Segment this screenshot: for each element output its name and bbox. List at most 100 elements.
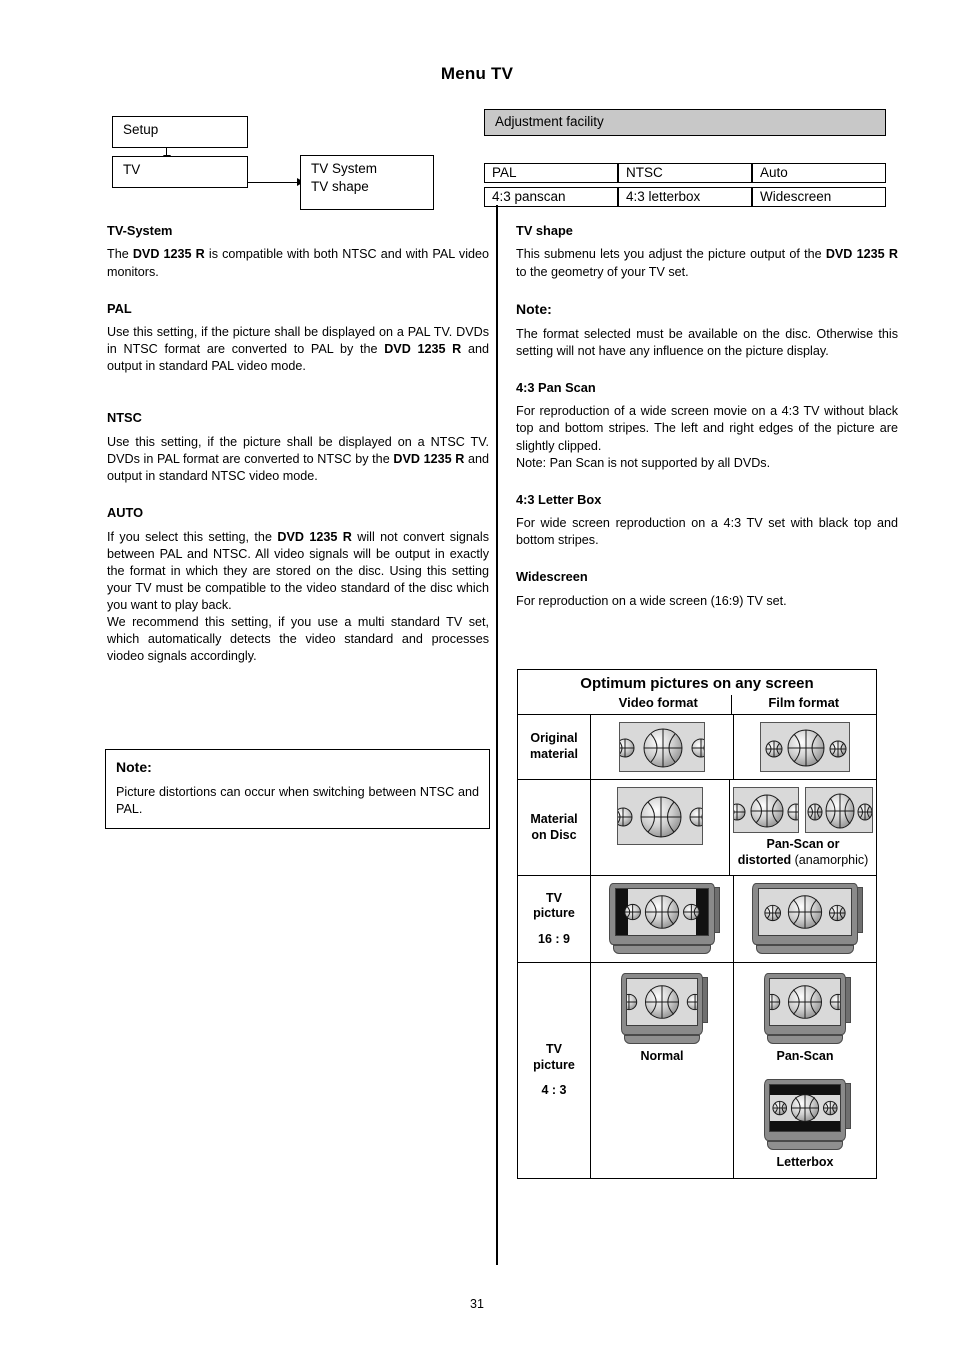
table-row: Original material [518, 715, 876, 780]
caption-line-1: Pan-Scan or [766, 837, 840, 851]
option-box-auto[interactable]: Auto [752, 163, 886, 183]
note-box-body: Picture distortions can occur when switc… [116, 785, 479, 817]
flow-box-tv: TV [112, 156, 248, 188]
row-label-material-on-disc: Material on Disc [518, 780, 591, 876]
picture-pair-film-disc [733, 787, 873, 833]
ntsc-text-bold: DVD 1235 R [393, 451, 465, 466]
tv-screen [769, 978, 841, 1027]
option-box-widescreen[interactable]: Widescreen [752, 187, 886, 207]
tv-shape-text-1: This submenu lets you adjust the picture… [516, 247, 826, 262]
auto-text-1: If you select this setting, the [107, 529, 278, 544]
tv-screen [758, 888, 852, 937]
paragraph-widescreen: For reproduction on a wide screen (16:9)… [516, 593, 787, 608]
page-title: Menu TV [440, 64, 514, 83]
paragraph-43-pan-scan: For reproduction of a wide screen movie … [516, 404, 898, 453]
basketballs-illustration [627, 985, 697, 1020]
paragraph-tv-shape: This submenu lets you adjust the picture… [516, 246, 898, 280]
heading-43-pan-scan: 4:3 Pan Scan [516, 379, 596, 395]
document-page: Menu TV Setup TV TV System TV shape Adju… [0, 0, 954, 1351]
paragraph-auto-1: If you select this setting, the DVD 1235… [107, 529, 489, 615]
cell-tv43-video: Normal [591, 963, 734, 1178]
basketballs-illustration [765, 729, 847, 767]
paragraph-auto-2: We recommend this setting, if you use a … [107, 615, 489, 664]
option-box-43-panscan[interactable]: 4:3 panscan [484, 187, 618, 207]
tv-base [624, 1035, 700, 1045]
option-box-pal[interactable]: PAL [484, 163, 618, 183]
flow-submenu-line-2: TV shape [311, 178, 369, 194]
row-label-line-1: TV [546, 1041, 562, 1056]
basketballs-illustration [618, 796, 702, 838]
row-label-line-1: Original [530, 731, 578, 746]
table-row: TV picture 16 : 9 [518, 876, 876, 964]
tv-set-16-9-film [752, 883, 863, 955]
left-text-column: TV-System The DVD 1235 R is compatible w… [107, 222, 489, 666]
picture-film-disc-anamorphic [805, 787, 873, 833]
row-label-line-2: on Disc [531, 827, 577, 842]
cell-original-video [591, 715, 734, 779]
paragraph-ntsc: Use this setting, if the picture shall b… [107, 434, 489, 485]
heading-tv-system: TV-System [107, 223, 173, 238]
arrow-right-icon [248, 176, 304, 189]
heading-pal: PAL [107, 300, 132, 316]
table-title: Optimum pictures on any screen [580, 675, 814, 692]
cell-disc-video [591, 780, 730, 876]
note-box-heading: Note: [116, 759, 152, 775]
pal-text-bold: DVD 1235 R [384, 342, 462, 357]
basketballs-illustration [620, 728, 704, 768]
row-label-line-2: picture [533, 1057, 575, 1072]
page-number: 31 [470, 1297, 484, 1311]
tv-system-text-bold: DVD 1235 R [132, 247, 205, 262]
flow-submenu-line-1: TV System [311, 161, 378, 176]
adjustment-option-column-1: PAL 4:3 panscan [484, 163, 618, 211]
basketballs-illustration [770, 985, 840, 1020]
tv-base [613, 945, 711, 955]
tv-shape-text-2: to the geometry of your TV set. [516, 264, 689, 279]
cell-tv169-film [734, 876, 876, 962]
note-box-left: Note: Picture distortions can occur when… [105, 749, 490, 830]
flow-box-setup: Setup [112, 116, 248, 148]
row-label-line-1: TV [546, 890, 562, 905]
caption-letterbox: Letterbox [776, 1154, 834, 1169]
tv-screen [626, 978, 698, 1027]
table-header-film-format: Film format [768, 695, 840, 710]
tv-set-4-3-normal [621, 973, 708, 1045]
caption-line-2-light: (anamorphic) [791, 852, 869, 867]
paragraph-tv-system: The DVD 1235 R is compatible with both N… [107, 246, 489, 280]
row-label-line-2: picture [533, 906, 575, 921]
tv-system-text-1: The [107, 247, 133, 262]
right-text-column: TV shape This submenu lets you adjust th… [516, 222, 898, 610]
picture-video-original [619, 722, 705, 772]
picture-film-original [760, 722, 850, 772]
heading-note-right: Note: [516, 300, 552, 317]
heading-ntsc: NTSC [107, 410, 142, 426]
tv-set-16-9-video [609, 883, 720, 955]
basketballs-illustration-anamorphic [807, 793, 872, 829]
tv-shape-text-bold: DVD 1235 R [825, 247, 898, 262]
paragraph-note-right: The format selected must be available on… [516, 326, 898, 358]
table-header-corner [518, 695, 586, 714]
heading-widescreen: Widescreen [516, 569, 588, 585]
adjustment-option-column-3: Auto Widescreen [752, 163, 886, 211]
adjustment-facility-bar: Adjustment facility [484, 109, 886, 136]
column-divider [496, 205, 499, 1265]
option-box-43-letterbox[interactable]: 4:3 letterbox [618, 187, 752, 207]
tv-set-4-3-panscan [764, 973, 851, 1045]
caption-line-2-bold: distorted [737, 852, 792, 867]
heading-43-letter-box: 4:3 Letter Box [516, 491, 602, 507]
picture-film-disc-panscan [733, 787, 799, 833]
tv-base [767, 1035, 843, 1045]
tv-base [756, 945, 854, 955]
adjustment-option-column-2: NTSC 4:3 letterbox [618, 163, 752, 211]
table-row: Material on Disc Pan-Scan or distorted (… [518, 780, 876, 877]
tv-set-4-3-letterbox [764, 1078, 851, 1150]
option-box-ntsc[interactable]: NTSC [618, 163, 752, 183]
caption-panscan-distorted: Pan-Scan or distorted (anamorphic) [738, 837, 869, 868]
flow-box-submenu: TV System TV shape [300, 155, 434, 210]
cell-original-film [734, 715, 876, 779]
auto-text-bold: DVD 1235 R [277, 529, 352, 544]
picture-video-disc [617, 787, 703, 845]
row-label-line-2: material [530, 747, 578, 761]
basketballs-illustration [764, 895, 846, 930]
row-label-tv-picture-16-9: TV picture 16 : 9 [518, 876, 591, 963]
basketballs-illustration [624, 895, 700, 930]
